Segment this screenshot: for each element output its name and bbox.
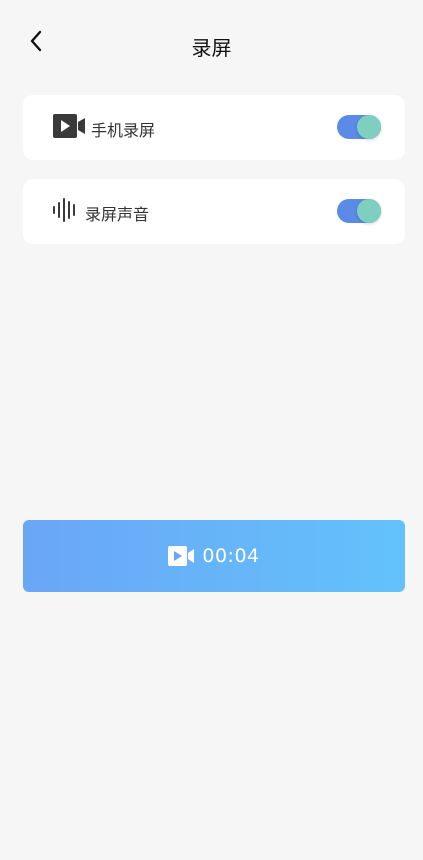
screen-record-toggle[interactable] [337,115,381,139]
setting-card-record-audio: 录屏声音 [23,179,405,244]
setting-label: 手机录屏 [91,121,156,140]
sound-wave-icon [53,198,79,222]
setting-label: 录屏声音 [85,205,150,224]
video-camera-icon [53,114,85,138]
screen-recording-screen: 录屏 手机录屏 录屏声音 00:04 [0,0,423,860]
record-button[interactable]: 00:04 [23,520,405,592]
video-camera-icon [168,546,195,566]
toggle-knob [357,115,381,139]
toggle-knob [357,199,381,223]
setting-card-screen-record: 手机录屏 [23,95,405,160]
page-title: 录屏 [191,36,232,60]
recording-timer: 00:04 [202,545,260,567]
record-audio-toggle[interactable] [337,199,381,223]
header: 录屏 [0,0,423,90]
